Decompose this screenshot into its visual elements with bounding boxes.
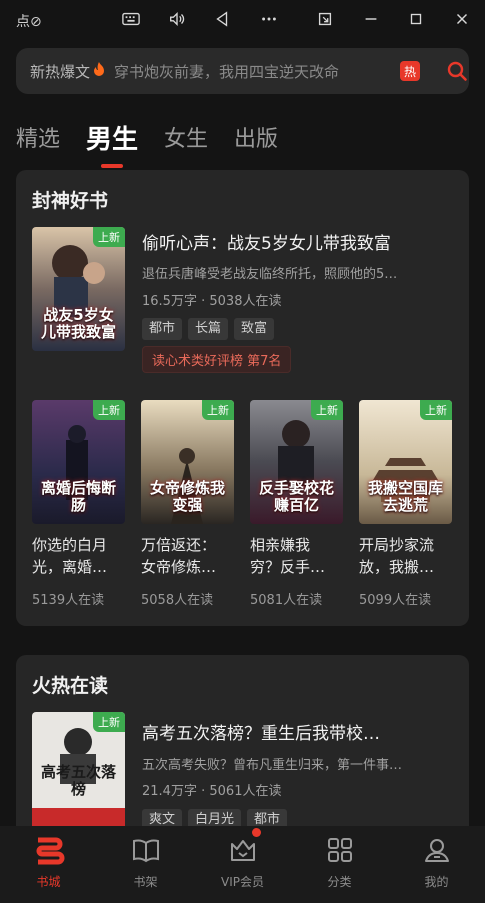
back-triangle-icon[interactable] <box>212 9 232 29</box>
tab-female[interactable]: 女生 <box>164 122 208 158</box>
profile-icon <box>421 834 453 870</box>
nav-label: 书架 <box>133 875 158 889</box>
new-badge: 上新 <box>420 400 452 420</box>
popout-icon[interactable] <box>315 9 335 29</box>
section-title: 火热在读 <box>32 675 109 697</box>
section-top-picks: 封神好书 上新 战友5岁女儿带我致富 偷听心声：战友5岁女儿带我致富 退伍兵唐峰… <box>16 170 469 626</box>
tab-featured[interactable]: 精选 <box>16 122 60 158</box>
nav-label: VIP会员 <box>221 875 264 889</box>
new-badge: 上新 <box>93 712 125 732</box>
featured-book-title[interactable]: 高考五次落榜？重生后我带校… <box>142 719 457 744</box>
cover-title: 我搬空国库去逃荒 <box>367 479 443 514</box>
nav-vip[interactable]: VIP会员 <box>194 826 291 903</box>
nav-category[interactable]: 分类 <box>291 826 388 903</box>
book-cover[interactable]: 上新 女帝修炼我变强 <box>141 400 234 524</box>
tag[interactable]: 致富 <box>234 318 275 340</box>
book-title[interactable]: 你选的白月 光，离婚… <box>32 534 132 578</box>
featured-book-desc: 五次高考失败？曾布凡重生归来，第一件事… <box>142 758 403 773</box>
book-cover[interactable]: 上新 反手娶校花赚百亿 <box>250 400 343 524</box>
section-title: 封神好书 <box>32 190 109 212</box>
search-icon[interactable] <box>446 60 468 82</box>
vip-crown-icon <box>227 834 259 870</box>
nav-profile[interactable]: 我的 <box>388 826 485 903</box>
tab-male[interactable]: 男生 <box>86 122 138 168</box>
featured-book-desc: 退伍兵唐峰受老战友临终所托，照顾他的5… <box>142 267 398 282</box>
featured-book-meta: 21.4万字 · 5061人在读 <box>142 780 281 799</box>
search-hint: 穿书炮灰前妻，我用四宝逆天改命 <box>114 62 340 81</box>
search-hot-label: 新热爆文 <box>30 62 91 81</box>
featured-tags: 都市 长篇 致富 <box>142 318 280 340</box>
hot-badge: 热 <box>400 61 420 81</box>
featured-book-cover[interactable]: 上新 高考五次落榜 <box>32 712 125 836</box>
featured-book-cover[interactable]: 上新 战友5岁女儿带我致富 <box>32 227 125 351</box>
more-dots-icon[interactable] <box>259 9 279 29</box>
meta-dot: · <box>201 294 206 309</box>
meta-dot: · <box>201 784 206 799</box>
book-title[interactable]: 相亲嫌我 穷？反手… <box>250 534 350 578</box>
nav-label: 书城 <box>36 875 61 889</box>
reader-count: 5058人在读 <box>141 593 214 608</box>
new-badge: 上新 <box>311 400 343 420</box>
word-count: 21.4万字 <box>142 784 197 799</box>
window-titlebar: 点⊘ <box>0 0 485 38</box>
book-title[interactable]: 万倍返还： 女帝修炼… <box>141 534 241 578</box>
reader-count: 5139人在读 <box>32 593 105 608</box>
book-title[interactable]: 开局抄家流 放，我搬… <box>359 534 459 578</box>
nav-label: 我的 <box>424 875 449 889</box>
reader-count: 5061人在读 <box>209 784 282 799</box>
new-badge: 上新 <box>202 400 234 420</box>
cover-title: 离婚后悔断肠 <box>40 479 116 514</box>
reader-count: 5038人在读 <box>209 294 282 309</box>
cover-title: 战友5岁女儿带我致富 <box>40 306 116 341</box>
nav-label: 分类 <box>327 875 352 889</box>
search-bar[interactable]: 新热爆文 穿书炮灰前妻，我用四宝逆天改命 热 <box>16 48 469 94</box>
cover-title: 反手娶校花赚百亿 <box>258 479 334 514</box>
new-badge: 上新 <box>93 227 125 247</box>
keyboard-icon[interactable] <box>121 9 141 29</box>
tag[interactable]: 都市 <box>142 318 183 340</box>
rank-badge[interactable]: 读心术类好评榜 第7名 <box>142 346 292 373</box>
maximize-icon[interactable] <box>406 9 426 29</box>
nav-bookstore[interactable]: 书城 <box>0 826 97 903</box>
book-cover[interactable]: 上新 离婚后悔断肠 <box>32 400 125 524</box>
tag[interactable]: 长篇 <box>188 318 229 340</box>
bookstore-icon <box>33 834 65 870</box>
bookshelf-icon <box>130 834 162 870</box>
cover-title: 高考五次落榜 <box>40 763 116 798</box>
book-cover[interactable]: 上新 我搬空国库去逃荒 <box>359 400 452 524</box>
featured-book-title[interactable]: 偷听心声：战友5岁女儿带我致富 <box>142 229 457 254</box>
notification-dot <box>252 828 261 837</box>
channel-tabs: 精选 男生 女生 出版 <box>16 108 304 168</box>
app-title: 点⊘ <box>16 14 42 30</box>
word-count: 16.5万字 <box>142 294 197 309</box>
volume-icon[interactable] <box>167 9 187 29</box>
nav-bookshelf[interactable]: 书架 <box>97 826 194 903</box>
cover-title: 女帝修炼我变强 <box>149 479 225 514</box>
new-badge: 上新 <box>93 400 125 420</box>
section-hot-reading: 火热在读 上新 高考五次落榜 高考五次落榜？重生后我带校… 五次高考失败？曾布凡… <box>16 655 469 855</box>
reader-count: 5099人在读 <box>359 593 432 608</box>
reader-count: 5081人在读 <box>250 593 323 608</box>
close-icon[interactable] <box>452 9 472 29</box>
bottom-navigation: 书城 书架 VIP会员 分类 我的 <box>0 826 485 903</box>
minimize-icon[interactable] <box>361 9 381 29</box>
category-grid-icon <box>324 834 356 870</box>
featured-book-meta: 16.5万字 · 5038人在读 <box>142 290 281 309</box>
flame-icon <box>92 61 106 81</box>
tab-publish[interactable]: 出版 <box>234 122 278 158</box>
